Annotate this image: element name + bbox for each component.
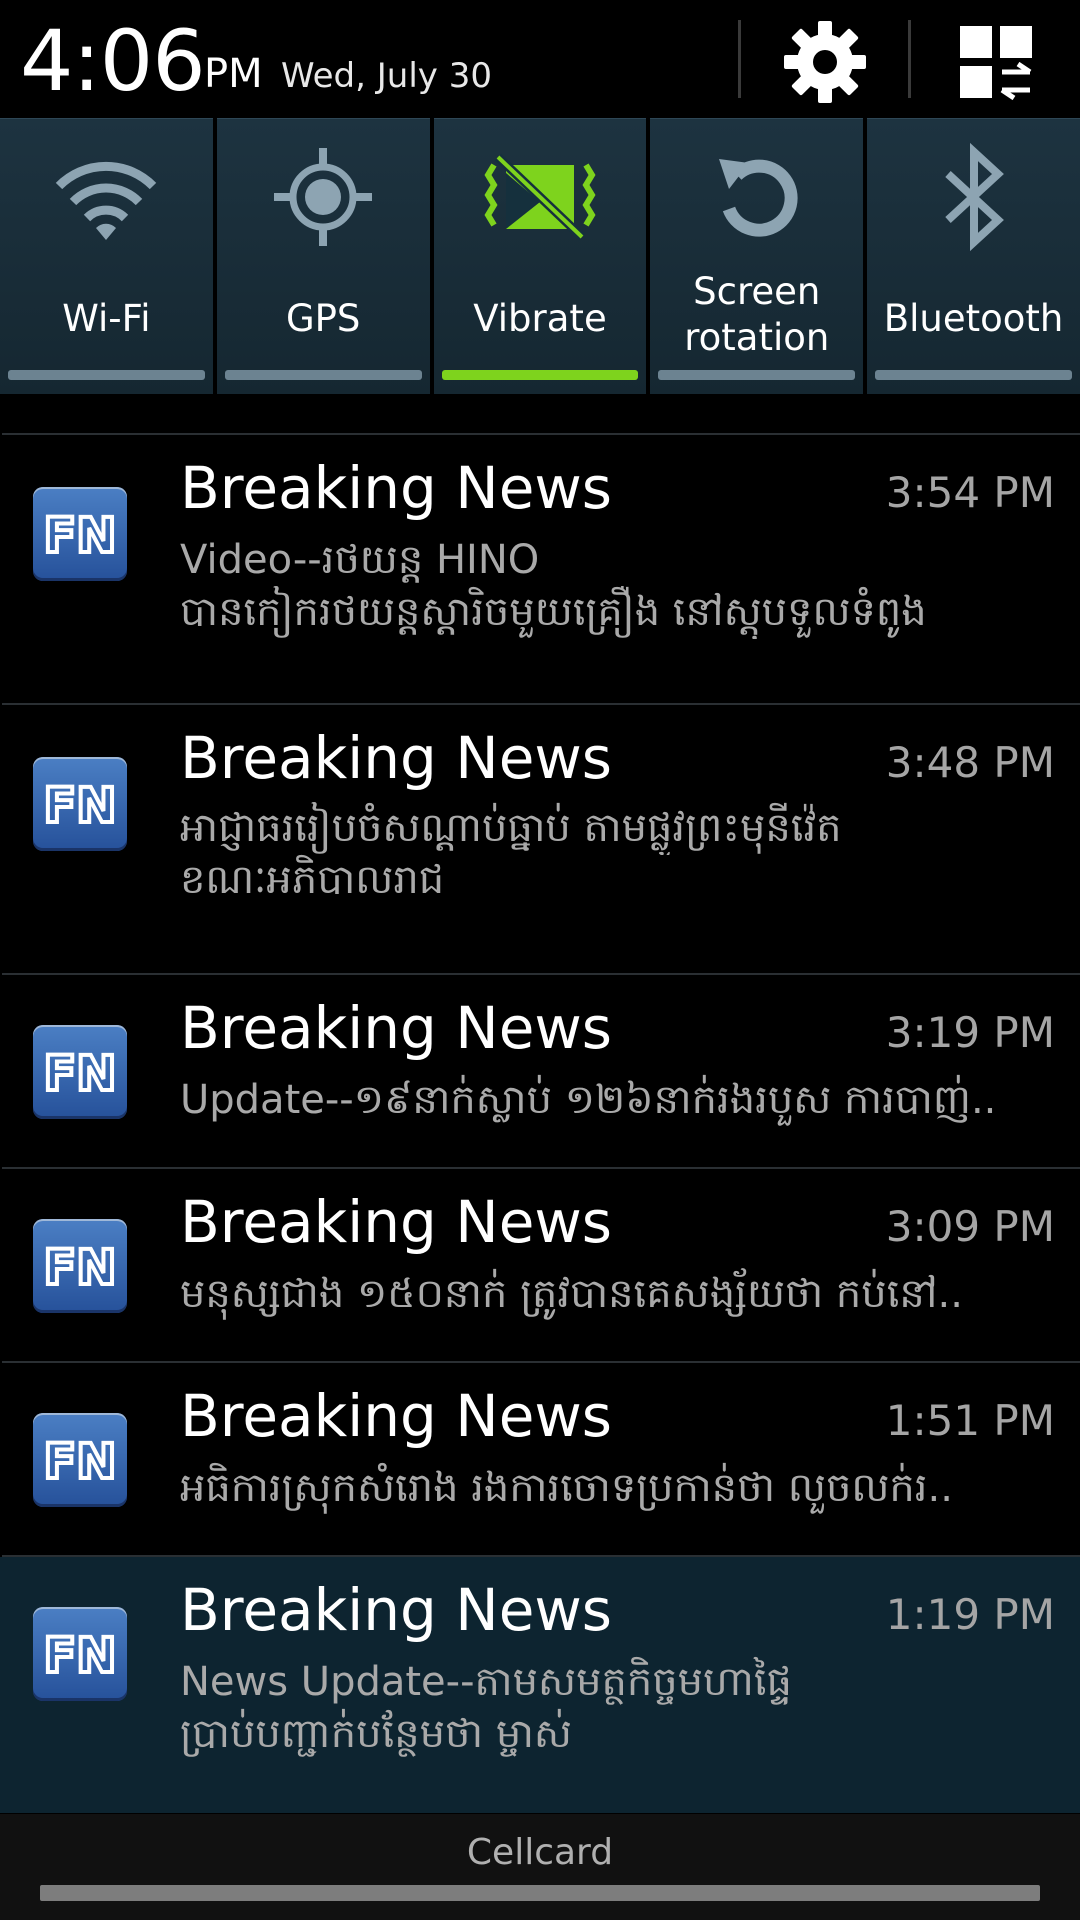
notification-list: FN Breaking News 3:54 PM Video--រថយន្ត H… [0,433,1080,1813]
svg-text:FN: FN [44,1046,117,1102]
notification-text: អាជ្ញាធររៀបចំសណ្ដាប់ធ្នាប់ តាមផ្លូវព្រះម… [180,805,842,851]
fn-logo-icon: FN [42,1626,119,1684]
notification-text: ប្រាប់បញ្ជាក់បន្ថែមថា ម្ចាស់ [180,1711,573,1757]
app-icon: FN [33,1413,127,1507]
notification-title: Breaking News [180,1188,613,1256]
notification-title: Breaking News [180,454,613,522]
notification-text: បានកៀករថយន្តស្ដារិចមួយគ្រឿង នៅស្តុបទួលទំ… [180,589,927,635]
notification-item[interactable]: FN Breaking News 3:54 PM Video--រថយន្ត H… [0,435,1080,703]
qs-status-bar [441,370,639,380]
carrier-footer: Cellcard [0,1814,1080,1920]
gear-icon [784,21,866,103]
notification-time: 3:48 PM [885,738,1055,787]
notification-text: Video--រថយន្ត HINO [180,537,540,583]
quick-settings-panel: Wi-Fi GPS Vibrate Screen rotation Blueto… [0,118,1080,394]
qs-status-bar [8,370,205,380]
vibrate-icon [484,153,596,241]
settings-button[interactable] [775,14,875,110]
svg-text:FN: FN [44,1434,117,1490]
qs-tile-bluetooth[interactable]: Bluetooth [867,118,1080,394]
header-divider [908,20,911,98]
svg-text:FN: FN [44,508,117,564]
fn-logo-icon: FN [42,506,119,564]
notification-title: Breaking News [180,994,613,1062]
notification-time: 3:19 PM [885,1008,1055,1057]
app-icon: FN [33,757,127,851]
qs-label: Wi-Fi [62,297,151,340]
notification-text: Update--១៩នាក់ស្លាប់ ១២៦នាក់រងរបួស ការបា… [180,1077,997,1123]
notification-time: 1:51 PM [885,1396,1055,1445]
svg-text:FN: FN [44,1628,117,1684]
clock-time: 4:06 [20,12,206,110]
notification-item[interactable]: FN Breaking News 1:51 PM អធិការស្រុកសំរោ… [0,1363,1080,1555]
notification-item[interactable]: FN Breaking News 3:48 PM អាជ្ញាធររៀបចំសណ… [0,705,1080,973]
gps-icon [274,148,373,246]
status-header: 4:06 PM Wed, July 30 [0,0,1080,118]
wifi-icon [56,161,157,240]
header-divider [738,20,741,98]
app-icon: FN [33,487,127,581]
notification-text: ខណៈអភិបាលរាជ [180,857,445,903]
fn-logo-icon: FN [42,1238,119,1296]
quick-panel-edit-button[interactable] [946,14,1046,110]
qs-status-bar [658,370,856,380]
carrier-label: Cellcard [466,1832,614,1873]
qs-label-line: Screen [693,270,821,313]
fn-logo-icon: FN [42,776,119,834]
app-icon: FN [33,1219,127,1313]
app-icon: FN [33,1025,127,1119]
date-label: Wed, July 30 [281,56,492,96]
bluetooth-icon [944,142,1004,252]
fn-logo-icon: FN [42,1432,119,1490]
notification-text: អធិការស្រុកសំរោង រងការចោទប្រកាន់ថា លួចលក… [180,1465,953,1511]
fn-logo-icon: FN [42,1044,119,1102]
notification-text: មនុស្សជាង ១៥០នាក់ ត្រូវបានគេសង្ស័យថា កប់… [180,1271,963,1317]
qs-tile-wifi[interactable]: Wi-Fi [0,118,213,394]
qs-label: Bluetooth [883,297,1064,340]
notification-time: 3:54 PM [885,468,1055,517]
notification-text: News Update--តាមសមត្ថកិច្ចមហាផ្ទៃ [180,1659,792,1705]
clock-ampm: PM [204,51,263,97]
qs-label-line: rotation [684,316,830,359]
notification-time: 1:19 PM [885,1590,1055,1639]
app-icon: FN [33,1607,127,1701]
notification-title: Breaking News [180,724,613,792]
svg-text:FN: FN [44,1240,117,1296]
qs-status-bar [224,370,422,380]
grid-toggle-icon [960,26,1032,101]
notification-time: 3:09 PM [885,1202,1055,1251]
notification-item[interactable]: FN Breaking News 3:19 PM Update--១៩នាក់ស… [0,975,1080,1167]
qs-label: Vibrate [473,297,607,340]
notification-title: Breaking News [180,1382,613,1450]
qs-label: GPS [285,297,361,340]
notification-title: Breaking News [180,1576,613,1644]
qs-tile-vibrate[interactable]: Vibrate [433,118,647,394]
notification-item[interactable]: FN Breaking News 3:09 PM មនុស្សជាង ១៥០នា… [0,1169,1080,1361]
drag-handle[interactable] [40,1885,1040,1901]
rotation-icon [718,159,798,237]
qs-tile-gps[interactable]: GPS [216,118,430,394]
qs-label: Screen rotation [650,267,863,363]
notification-item[interactable]: FN Breaking News 1:19 PM News Update--តា… [0,1557,1080,1813]
qs-tile-screen-rotation[interactable]: Screen rotation [650,118,864,394]
qs-status-bar [875,370,1072,380]
svg-text:FN: FN [44,778,117,834]
